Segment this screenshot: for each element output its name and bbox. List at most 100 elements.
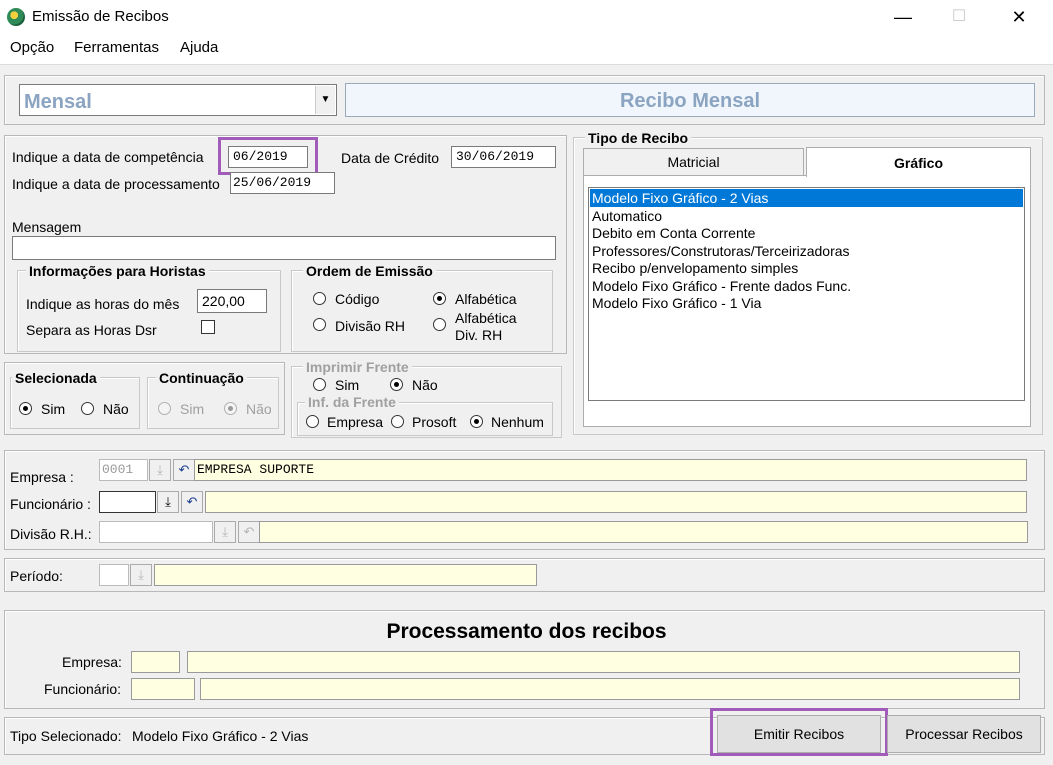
mensagem-field[interactable] bbox=[12, 236, 556, 260]
selecionada-nao-label: Não bbox=[103, 401, 129, 417]
tab-matricial[interactable]: Matricial bbox=[583, 148, 804, 175]
continuacao-sim-label: Sim bbox=[180, 401, 205, 417]
undo-icon[interactable]: ↶ bbox=[173, 459, 195, 481]
dsr-checkbox[interactable] bbox=[201, 320, 215, 334]
list-item[interactable]: Modelo Fixo Gráfico - 2 Vias bbox=[590, 189, 1023, 207]
processamento-label: Indique a data de processamento bbox=[12, 176, 220, 192]
divisao-name-field[interactable] bbox=[259, 521, 1028, 543]
type-combo-value: Mensal bbox=[24, 91, 92, 113]
empresa-name: EMPRESA SUPORTE bbox=[197, 462, 315, 477]
inf-empresa-radio[interactable] bbox=[306, 415, 319, 428]
empresa-code: 0001 bbox=[102, 462, 134, 477]
mensagem-label: Mensagem bbox=[12, 219, 82, 235]
continuacao-nao-radio bbox=[224, 402, 237, 415]
imprimir-sim-radio[interactable] bbox=[313, 378, 326, 391]
competencia-highlight bbox=[218, 137, 318, 175]
list-item[interactable]: Modelo Fixo Gráfico - 1 Via bbox=[592, 295, 761, 311]
inf-nenhum-label: Nenhum bbox=[491, 414, 544, 430]
divisao-radio[interactable] bbox=[313, 318, 326, 331]
emitir-highlight bbox=[710, 708, 888, 756]
imprimir-nao-radio[interactable] bbox=[390, 378, 403, 391]
alfa-div-label-1: Alfabética bbox=[455, 310, 517, 326]
processamento-title: Processamento dos recibos bbox=[386, 620, 667, 643]
competencia-label: Indique a data de competência bbox=[12, 149, 204, 165]
inf-prosoft-radio[interactable] bbox=[391, 415, 404, 428]
download-icon[interactable]: ⤓ bbox=[157, 491, 179, 513]
title-bar: Emissão de Recibos — ☐ ✕ bbox=[0, 0, 1053, 34]
imprimir-sim-label: Sim bbox=[335, 377, 360, 393]
periodo-name-field[interactable] bbox=[154, 564, 537, 586]
processar-button[interactable]: Processar Recibos bbox=[887, 715, 1041, 753]
proc-funcionario-label: Funcionário: bbox=[44, 681, 122, 697]
tipo-selecionado-label: Tipo Selecionado: bbox=[10, 728, 122, 744]
empresa-label: Empresa : bbox=[10, 469, 74, 485]
periodo-label: Período: bbox=[10, 568, 63, 584]
undo-icon: ↶ bbox=[238, 521, 260, 543]
download-icon[interactable]: ⤓ bbox=[149, 459, 171, 481]
credito-field[interactable]: 30/06/2019 bbox=[451, 146, 556, 168]
alfabetica-radio[interactable] bbox=[433, 292, 446, 305]
download-icon: ⤓ bbox=[130, 564, 152, 586]
selecionada-nao-radio[interactable] bbox=[81, 402, 94, 415]
menu-ferramentas[interactable]: Ferramentas bbox=[74, 38, 159, 58]
app-icon bbox=[7, 8, 25, 26]
proc-empresa-label: Empresa: bbox=[62, 654, 122, 670]
selecionada-sim-label: Sim bbox=[41, 401, 66, 417]
undo-icon[interactable]: ↶ bbox=[181, 491, 203, 513]
alfa-div-label-2: Div. RH bbox=[455, 327, 503, 343]
tab-grafico[interactable]: Gráfico bbox=[806, 147, 1031, 177]
continuacao-title: Continuação bbox=[156, 370, 247, 386]
list-item[interactable]: Modelo Fixo Gráfico - Frente dados Func. bbox=[592, 278, 851, 294]
credito-label: Data de Crédito bbox=[341, 150, 440, 166]
banner-title: Recibo Mensal bbox=[619, 90, 761, 112]
continuacao-sim-radio bbox=[158, 402, 171, 415]
inf-nenhum-radio[interactable] bbox=[470, 415, 483, 428]
ordem-title: Ordem de Emissão bbox=[303, 263, 436, 279]
codigo-label: Código bbox=[335, 291, 380, 307]
close-icon[interactable]: ✕ bbox=[996, 0, 1042, 34]
funcionario-code-field[interactable] bbox=[99, 491, 156, 513]
horas-label: Indique as horas do mês bbox=[26, 296, 180, 312]
imprimir-nao-label: Não bbox=[412, 377, 438, 393]
horistas-title: Informações para Horistas bbox=[26, 263, 209, 279]
list-item[interactable]: Professores/Construtoras/Terceirizadoras bbox=[592, 243, 850, 259]
chevron-down-icon[interactable]: ▼ bbox=[315, 86, 335, 114]
processamento-value: 25/06/2019 bbox=[233, 175, 312, 190]
imprimir-title: Imprimir Frente bbox=[303, 359, 412, 375]
credito-value: 30/06/2019 bbox=[456, 149, 535, 164]
list-item[interactable]: Automatico bbox=[592, 208, 662, 224]
codigo-radio[interactable] bbox=[313, 292, 326, 305]
alfa-div-radio[interactable] bbox=[433, 318, 446, 331]
empresa-name-field[interactable]: EMPRESA SUPORTE bbox=[194, 459, 1027, 481]
menu-ajuda[interactable]: Ajuda bbox=[180, 38, 218, 58]
proc-funcionario-name bbox=[200, 678, 1020, 700]
menu-opcao[interactable]: Opção bbox=[10, 38, 54, 58]
inf-prosoft-label: Prosoft bbox=[412, 414, 457, 430]
list-item[interactable]: Debito em Conta Corrente bbox=[592, 225, 755, 241]
tipo-list[interactable]: Modelo Fixo Gráfico - 2 Vias Automatico … bbox=[588, 187, 1025, 401]
list-item-label: Modelo Fixo Gráfico - 2 Vias bbox=[592, 190, 769, 206]
list-item[interactable]: Recibo p/envelopamento simples bbox=[592, 260, 798, 276]
divisao-label: Divisão R.H.: bbox=[10, 526, 92, 542]
horas-field[interactable]: 220,00 bbox=[197, 289, 267, 313]
dsr-label: Separa as Horas Dsr bbox=[26, 322, 157, 338]
processamento-field[interactable]: 25/06/2019 bbox=[230, 172, 335, 194]
selecionada-sim-radio[interactable] bbox=[19, 402, 32, 415]
window-title: Emissão de Recibos bbox=[32, 8, 169, 25]
inf-empresa-label: Empresa bbox=[327, 414, 384, 430]
divisao-code-field[interactable] bbox=[99, 521, 213, 543]
proc-empresa-name bbox=[187, 651, 1020, 673]
type-combo[interactable]: Mensal ▼ bbox=[19, 84, 337, 116]
proc-funcionario-code bbox=[131, 678, 195, 700]
tab-grafico-label: Gráfico bbox=[893, 155, 943, 171]
funcionario-name-field[interactable] bbox=[205, 491, 1027, 513]
periodo-code-field[interactable] bbox=[99, 564, 129, 586]
maximize-icon: ☐ bbox=[951, 8, 967, 25]
inf-title: Inf. da Frente bbox=[305, 394, 399, 410]
tipo-title: Tipo de Recibo bbox=[585, 130, 692, 146]
funcionario-label: Funcionário : bbox=[10, 496, 91, 512]
continuacao-nao-label: Não bbox=[246, 401, 272, 417]
minimize-icon[interactable]: — bbox=[880, 0, 926, 34]
tab-matricial-label: Matricial bbox=[667, 154, 720, 170]
empresa-code-field[interactable]: 0001 bbox=[99, 459, 148, 481]
